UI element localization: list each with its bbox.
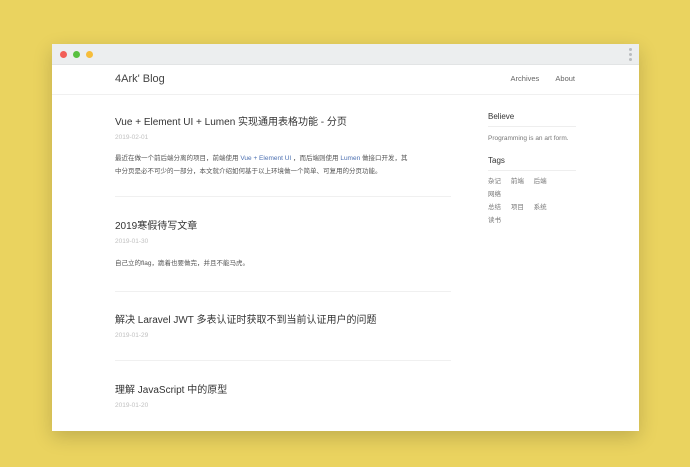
post-date: 2019-01-29 — [115, 332, 149, 339]
post-date: 2019-01-20 — [115, 402, 149, 409]
excerpt-text: 中分页是必不可少的一部分，本文就介绍如何基于以上环境做一个简单、可复用的分页功能… — [115, 168, 382, 175]
post-title-link[interactable]: Vue + Element UI + Lumen 实现通用表格功能 - 分页 — [115, 113, 451, 128]
post-list: Vue + Element UI + Lumen 实现通用表格功能 - 分页 2… — [115, 94, 451, 409]
post-title-link[interactable]: 2019寒假待写文章 — [115, 217, 451, 232]
tag-list: 杂记 前端 后端 网络 总结 项目 系统 读书 — [488, 175, 576, 227]
post-item: 解决 Laravel JWT 多表认证时获取不到当前认证用户的问题 2019-0… — [115, 292, 451, 361]
tag-link[interactable]: 网络 — [488, 188, 501, 201]
tag-link[interactable]: 前端 — [511, 175, 524, 188]
tag-link[interactable]: 后端 — [534, 175, 547, 188]
post-date: 2019-01-30 — [115, 238, 149, 245]
tag-link[interactable]: 读书 — [488, 214, 501, 227]
excerpt-text: 做接口开发，其 — [362, 155, 408, 162]
window-titlebar — [52, 44, 639, 65]
tags-heading: Tags — [488, 156, 576, 171]
minimize-window-button[interactable] — [73, 51, 80, 58]
believe-text: Programming is an art form. — [488, 135, 569, 142]
post-excerpt: 最近在做一个前后端分离的项目，前端使用 Vue + Element UI ，而后… — [115, 152, 451, 178]
main-nav: Archives About — [497, 74, 575, 83]
tag-link[interactable]: 总结 — [488, 201, 501, 214]
excerpt-lumen-link[interactable]: Lumen — [340, 155, 360, 162]
maximize-window-button[interactable] — [86, 51, 93, 58]
believe-heading: Believe — [488, 112, 576, 127]
sidebar: Believe Programming is an art form. Tags… — [488, 94, 576, 227]
site-header: 4Ark' Blog Archives About — [52, 65, 639, 95]
post-date: 2019-02-01 — [115, 134, 149, 141]
nav-archives-link[interactable]: Archives — [511, 74, 540, 83]
excerpt-text: ，而后端则使用 — [293, 155, 339, 162]
excerpt-vue-link[interactable]: Vue + Element UI — [240, 155, 291, 162]
tag-link[interactable]: 项目 — [511, 201, 524, 214]
post-item: 2019寒假待写文章 2019-01-30 自己立的flag，跪着也要做完，并且… — [115, 197, 451, 292]
post-item: Vue + Element UI + Lumen 实现通用表格功能 - 分页 2… — [115, 94, 451, 197]
site-brand-link[interactable]: 4Ark' Blog — [115, 73, 165, 85]
post-item: 理解 JavaScript 中的原型 2019-01-20 — [115, 361, 451, 409]
more-options-icon[interactable] — [629, 48, 632, 61]
close-window-button[interactable] — [60, 51, 67, 58]
post-excerpt: 自己立的flag，跪着也要做完，并且不能马虎。 — [115, 260, 249, 267]
tag-link[interactable]: 系统 — [534, 201, 547, 214]
tag-link[interactable]: 杂记 — [488, 175, 501, 188]
nav-about-link[interactable]: About — [555, 74, 575, 83]
browser-window: 4Ark' Blog Archives About Vue + Element … — [52, 44, 639, 431]
post-title-link[interactable]: 解决 Laravel JWT 多表认证时获取不到当前认证用户的问题 — [115, 311, 451, 326]
excerpt-text: 最近在做一个前后端分离的项目，前端使用 — [115, 155, 239, 162]
post-title-link[interactable]: 理解 JavaScript 中的原型 — [115, 381, 451, 396]
